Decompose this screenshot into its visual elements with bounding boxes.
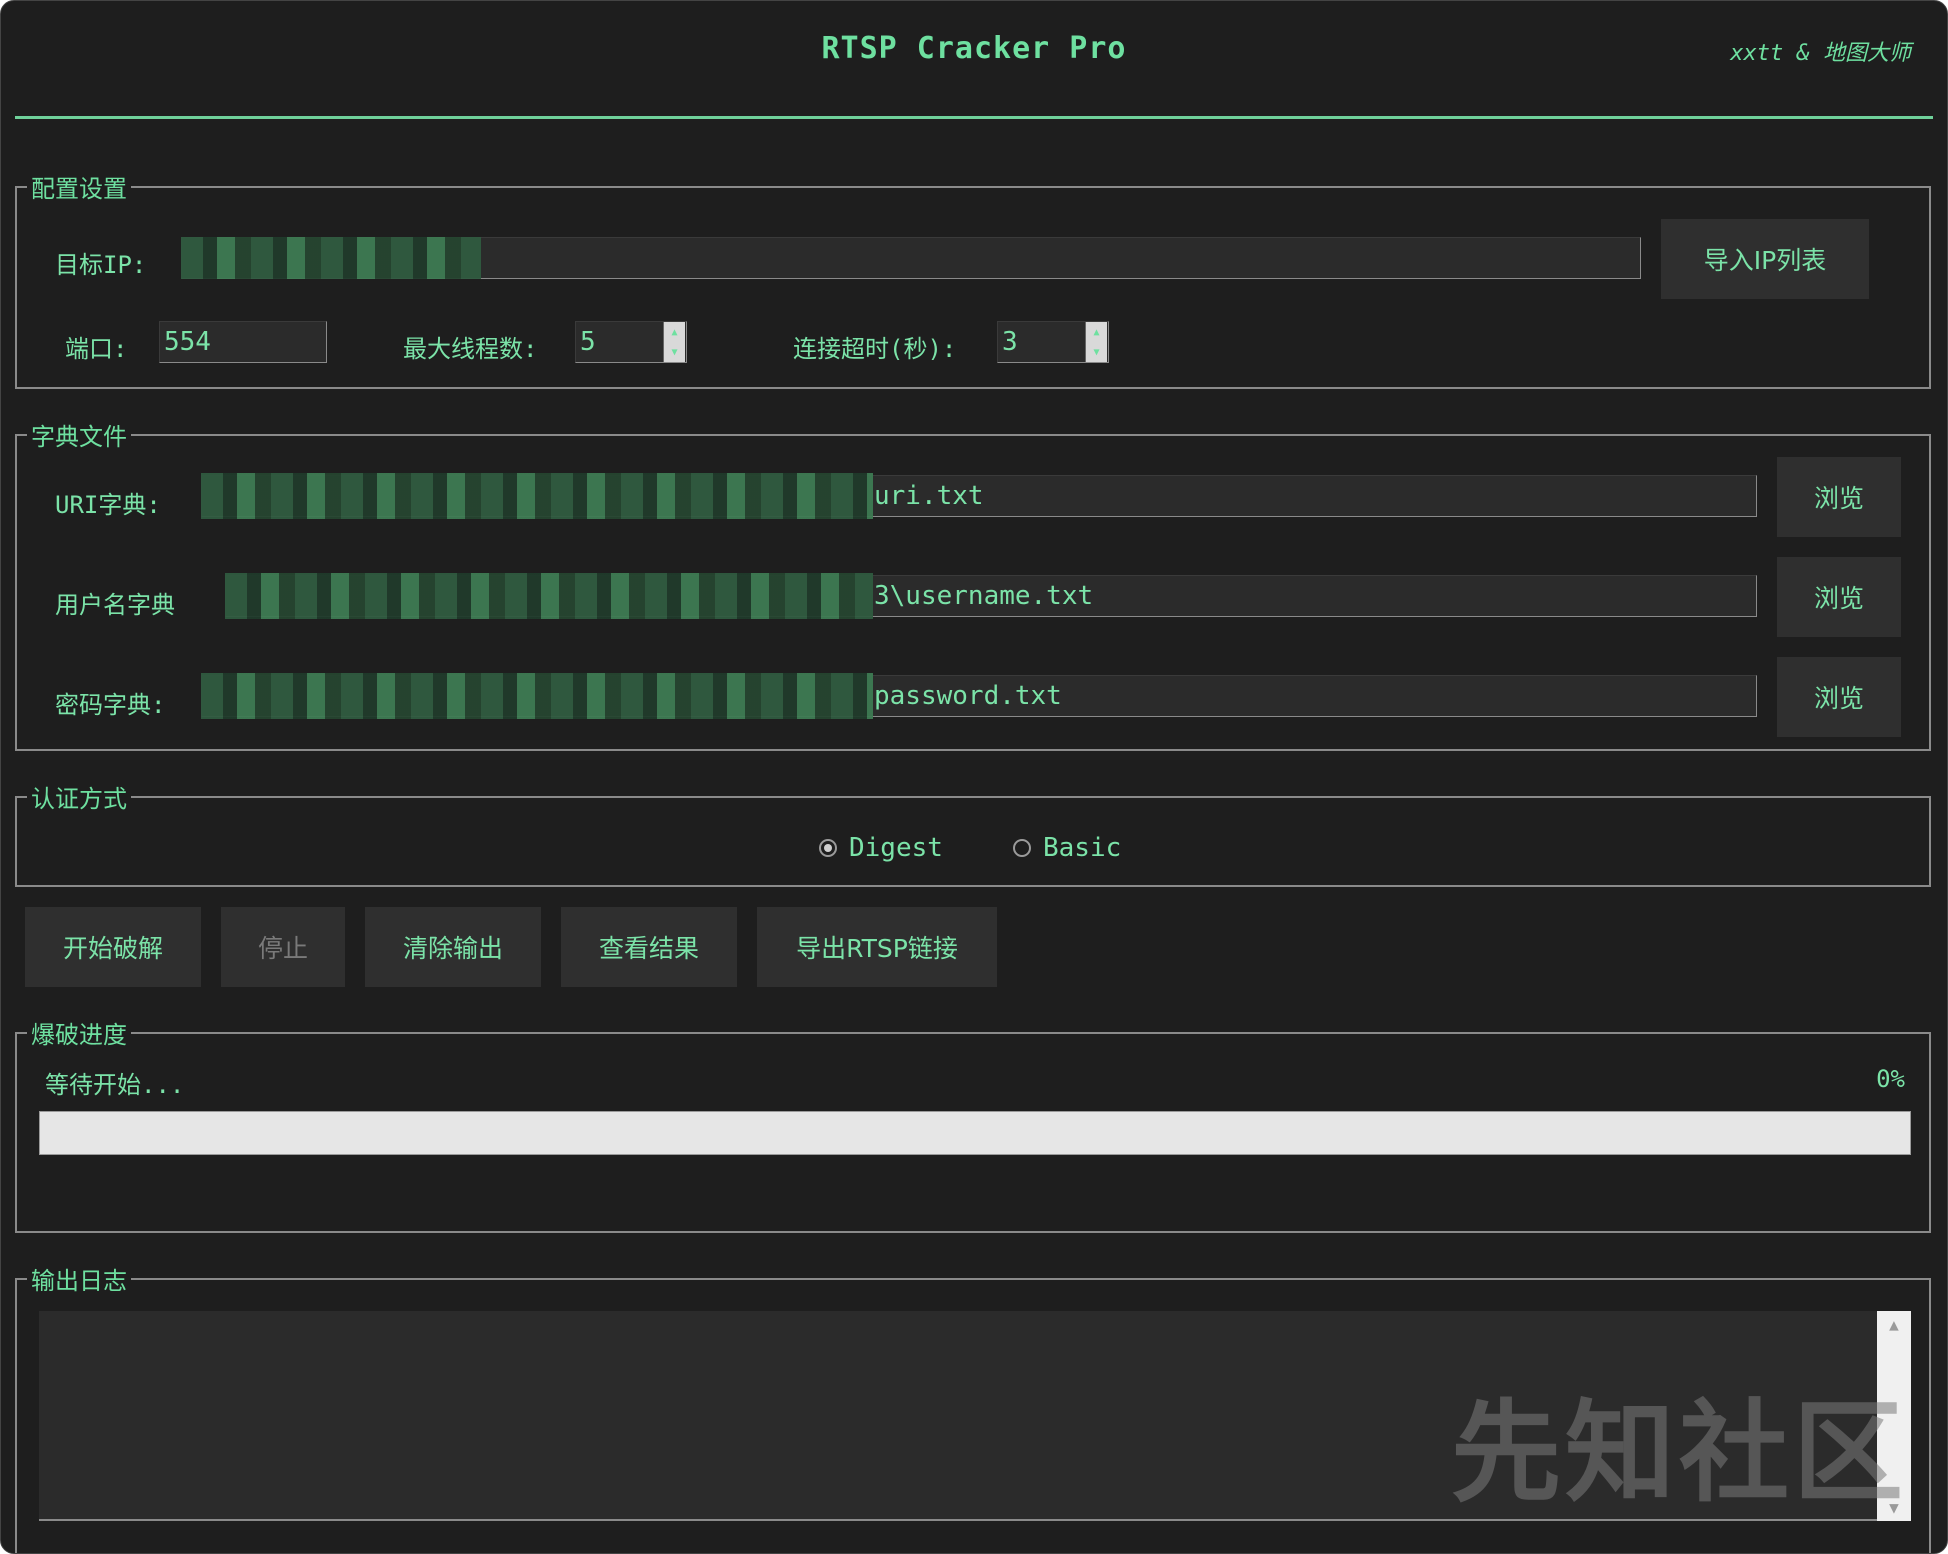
watermark: 先知社区: [1451, 1389, 1907, 1517]
timeout-label: 连接超时(秒):: [793, 335, 957, 363]
app-window: RTSP Cracker Pro xxtt & 地图大师 配置设置 目标IP: …: [0, 0, 1948, 1554]
auth-legend: 认证方式: [31, 785, 127, 813]
author-credit: xxtt & 地图大师: [1730, 41, 1911, 66]
radio-basic[interactable]: Basic: [1013, 833, 1121, 863]
redacted-ip-mask: [181, 237, 481, 279]
browse-pass-button[interactable]: 浏览: [1777, 657, 1901, 737]
stop-button[interactable]: 停止: [221, 907, 345, 987]
scroll-up-icon[interactable]: ▲: [1877, 1315, 1911, 1334]
timeout-spin-arrows[interactable]: ▲ ▼: [1085, 322, 1107, 362]
export-rtsp-button[interactable]: 导出RTSP链接: [757, 907, 997, 987]
user-dict-label: 用户名字典: [55, 591, 175, 619]
redacted-path-mask: [201, 473, 873, 519]
pass-dict-label: 密码字典:: [55, 691, 166, 719]
radio-selected-icon[interactable]: [819, 839, 837, 857]
radio-digest[interactable]: Digest: [819, 833, 943, 863]
app-title: RTSP Cracker Pro: [821, 31, 1127, 66]
target-ip-label: 目标IP:: [55, 251, 147, 279]
progress-status: 等待开始...: [45, 1071, 185, 1099]
progress-percent: 0%: [1876, 1065, 1905, 1093]
start-crack-button[interactable]: 开始破解: [25, 907, 201, 987]
port-label: 端口:: [65, 335, 128, 363]
spin-down-icon[interactable]: ▼: [664, 342, 685, 362]
browse-user-button[interactable]: 浏览: [1777, 557, 1901, 637]
port-input[interactable]: 554: [159, 321, 327, 363]
threads-spin-arrows[interactable]: ▲ ▼: [663, 322, 685, 362]
dict-legend: 字典文件: [31, 423, 127, 451]
title-divider: [15, 116, 1933, 119]
spin-down-icon[interactable]: ▼: [1086, 342, 1107, 362]
spin-up-icon[interactable]: ▲: [664, 322, 685, 342]
threads-label: 最大线程数:: [403, 335, 538, 363]
redacted-path-mask: [225, 573, 873, 619]
log-legend: 输出日志: [31, 1267, 127, 1295]
view-results-button[interactable]: 查看结果: [561, 907, 737, 987]
auth-group: 认证方式: [15, 779, 1931, 887]
browse-uri-button[interactable]: 浏览: [1777, 457, 1901, 537]
radio-unselected-icon[interactable]: [1013, 839, 1031, 857]
clear-output-button[interactable]: 清除输出: [365, 907, 541, 987]
config-legend: 配置设置: [31, 175, 127, 203]
spin-up-icon[interactable]: ▲: [1086, 322, 1107, 342]
uri-dict-label: URI字典:: [55, 491, 161, 519]
progress-legend: 爆破进度: [31, 1021, 127, 1049]
progress-bar: [39, 1111, 1911, 1155]
import-ip-list-button[interactable]: 导入IP列表: [1661, 219, 1869, 299]
redacted-path-mask: [201, 673, 873, 719]
